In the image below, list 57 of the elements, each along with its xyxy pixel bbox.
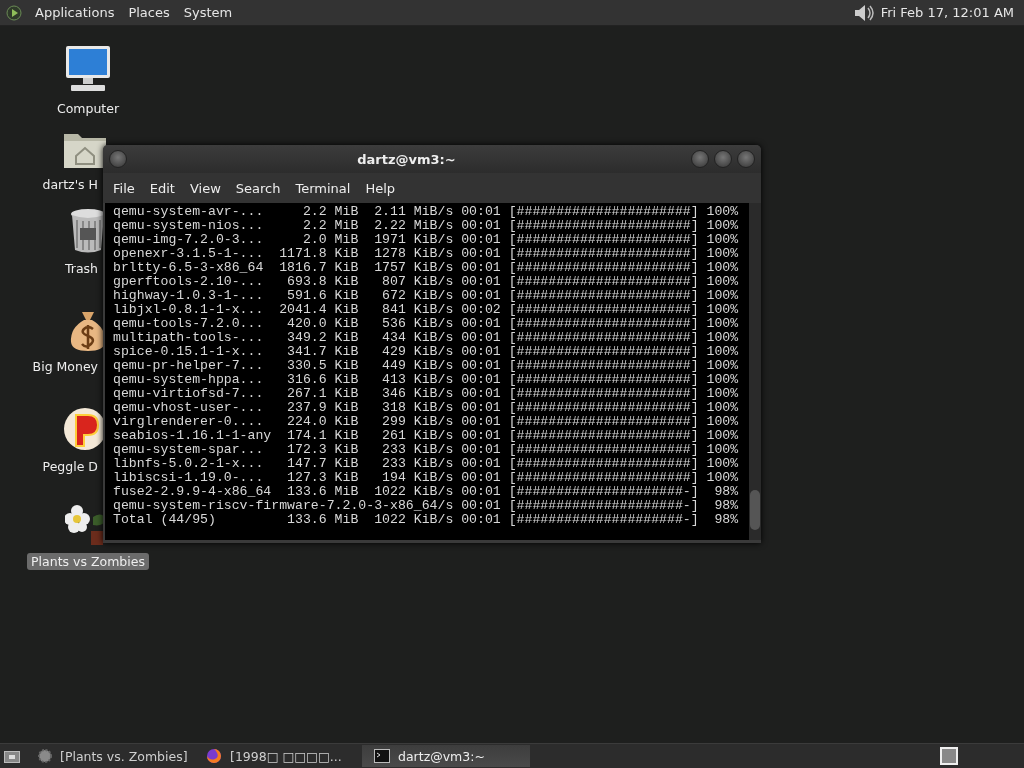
volume-icon[interactable] bbox=[852, 2, 875, 23]
terminal-line: qemu-system-riscv-firmware-7.2.0-3-x86_64/s 00:01 [#####################-] 98% bbox=[113, 499, 740, 513]
terminal-line: qemu-system-nios... 2.2 MiB 2.22 MiB/s 00:01 [######################] 100% bbox=[113, 219, 740, 233]
terminal-line: virglrenderer-0.... 224.0 KiB 299 KiB/s 00:01 [######################] 100% bbox=[113, 415, 740, 429]
desktop-icon-label[interactable]: Peggle D bbox=[38, 458, 102, 475]
panel-menu[interactable]: System bbox=[176, 5, 240, 20]
terminal-line: seabios-1.16.1-1-any 174.1 KiB 261 KiB/s 00:01 [######################] 100% bbox=[113, 429, 740, 443]
terminal-line: qemu-tools-7.2.0... 420.0 KiB 536 KiB/s 00:01 [######################] 100% bbox=[113, 317, 740, 331]
panel-menu[interactable]: Applications bbox=[28, 5, 122, 20]
scrollbar[interactable] bbox=[749, 203, 761, 540]
menu-item[interactable]: Help bbox=[359, 180, 405, 196]
terminal-icon bbox=[374, 749, 390, 763]
terminal-line: Total (44/95) 133.6 MiB 1022 KiB/s 00:01 [#####################-] 98% bbox=[113, 513, 740, 527]
taskbar-button[interactable]: dartz@vm3:~ bbox=[362, 745, 530, 767]
desktop-icon-label[interactable]: dartz's H bbox=[38, 176, 102, 193]
terminal-line: qemu-vhost-user-... 237.9 KiB 318 KiB/s 00:01 [######################] 100% bbox=[113, 401, 740, 415]
terminal-line: multipath-tools-... 349.2 KiB 434 KiB/s 00:01 [######################] 100% bbox=[113, 331, 740, 345]
terminal-line: qemu-system-avr-... 2.2 MiB 2.11 MiB/s 00:01 [######################] 100% bbox=[113, 205, 740, 219]
scrollbar-thumb[interactable] bbox=[750, 490, 760, 530]
window-menu-button[interactable] bbox=[109, 150, 127, 168]
taskbar-button[interactable]: [1998□ □□□□... bbox=[194, 745, 362, 767]
close-button[interactable] bbox=[737, 150, 755, 168]
terminal-line: fuse2-2.9.9-4-x86_64 133.6 MiB 1022 KiB/s 00:01 [#####################-] 98% bbox=[113, 485, 740, 499]
terminal-line: brltty-6.5-3-x86_64 1816.7 KiB 1757 KiB/s 00:01 [######################] 100% bbox=[113, 261, 740, 275]
logo-icon bbox=[6, 4, 22, 21]
terminal-line: qemu-pr-helper-7... 330.5 KiB 449 KiB/s 00:01 [######################] 100% bbox=[113, 359, 740, 373]
terminal-line: qemu-system-hppa... 316.6 KiB 413 KiB/s 00:01 [######################] 100% bbox=[113, 373, 740, 387]
menu-item[interactable]: Edit bbox=[143, 180, 184, 196]
menu-item[interactable]: View bbox=[183, 180, 230, 196]
window-title: dartz@vm3:~ bbox=[356, 151, 457, 167]
menu-item[interactable]: Terminal bbox=[289, 180, 360, 196]
panel-menu[interactable]: Places bbox=[121, 5, 177, 20]
computer-icon bbox=[63, 44, 113, 94]
terminal-line: openexr-3.1.5-1-... 1171.8 KiB 1278 KiB/s 00:01 [######################] 100% bbox=[113, 247, 740, 261]
terminal-line: spice-0.15.1-1-x... 341.7 KiB 429 KiB/s 00:01 [######################] 100% bbox=[113, 345, 740, 359]
workspace-switcher[interactable] bbox=[940, 747, 958, 765]
maximize-button[interactable] bbox=[714, 150, 732, 168]
minimize-button[interactable] bbox=[691, 150, 709, 168]
terminal-line: qemu-system-spar... 172.3 KiB 233 KiB/s 00:01 [######################] 100% bbox=[113, 443, 740, 457]
clock[interactable]: Fri Feb 17, 12:01 AM bbox=[880, 5, 1014, 20]
terminal-line: libiscsi-1.19.0-... 127.3 KiB 194 KiB/s 00:01 [######################] 100% bbox=[113, 471, 740, 485]
terminal-line: libjxl-0.8.1-1-x... 2041.4 KiB 841 KiB/s 00:02 [######################] 100% bbox=[113, 303, 740, 317]
desktop-icon-label[interactable]: Big Money bbox=[28, 358, 102, 375]
terminal-line: highway-1.0.3-1-... 591.6 KiB 672 KiB/s 00:01 [######################] 100% bbox=[113, 289, 740, 303]
browser-icon bbox=[206, 748, 222, 764]
desktop-icon-label[interactable]: Plants vs Zombies bbox=[27, 553, 149, 570]
show-desktop-icon[interactable] bbox=[4, 749, 20, 763]
taskbar-button[interactable]: [Plants vs. Zombies] bbox=[26, 745, 194, 767]
terminal-line: qemu-virtiofsd-7... 267.1 KiB 346 KiB/s 00:01 [######################] 100% bbox=[113, 387, 740, 401]
terminal-line: libnfs-5.0.2-1-x... 147.7 KiB 233 KiB/s 00:01 [######################] 100% bbox=[113, 457, 740, 471]
menu-item[interactable]: Search bbox=[229, 180, 290, 196]
gear-icon bbox=[38, 748, 52, 764]
desktop-icon-label[interactable]: Computer bbox=[52, 100, 124, 117]
terminal-line: qemu-img-7.2.0-3... 2.0 MiB 1971 KiB/s 00:01 [######################] 100% bbox=[113, 233, 740, 247]
menu-item[interactable]: File bbox=[107, 180, 144, 196]
terminal-line: gperftools-2.10-... 693.8 KiB 807 KiB/s 00:01 [######################] 100% bbox=[113, 275, 740, 289]
desktop-icon-label[interactable]: Trash bbox=[60, 260, 102, 277]
